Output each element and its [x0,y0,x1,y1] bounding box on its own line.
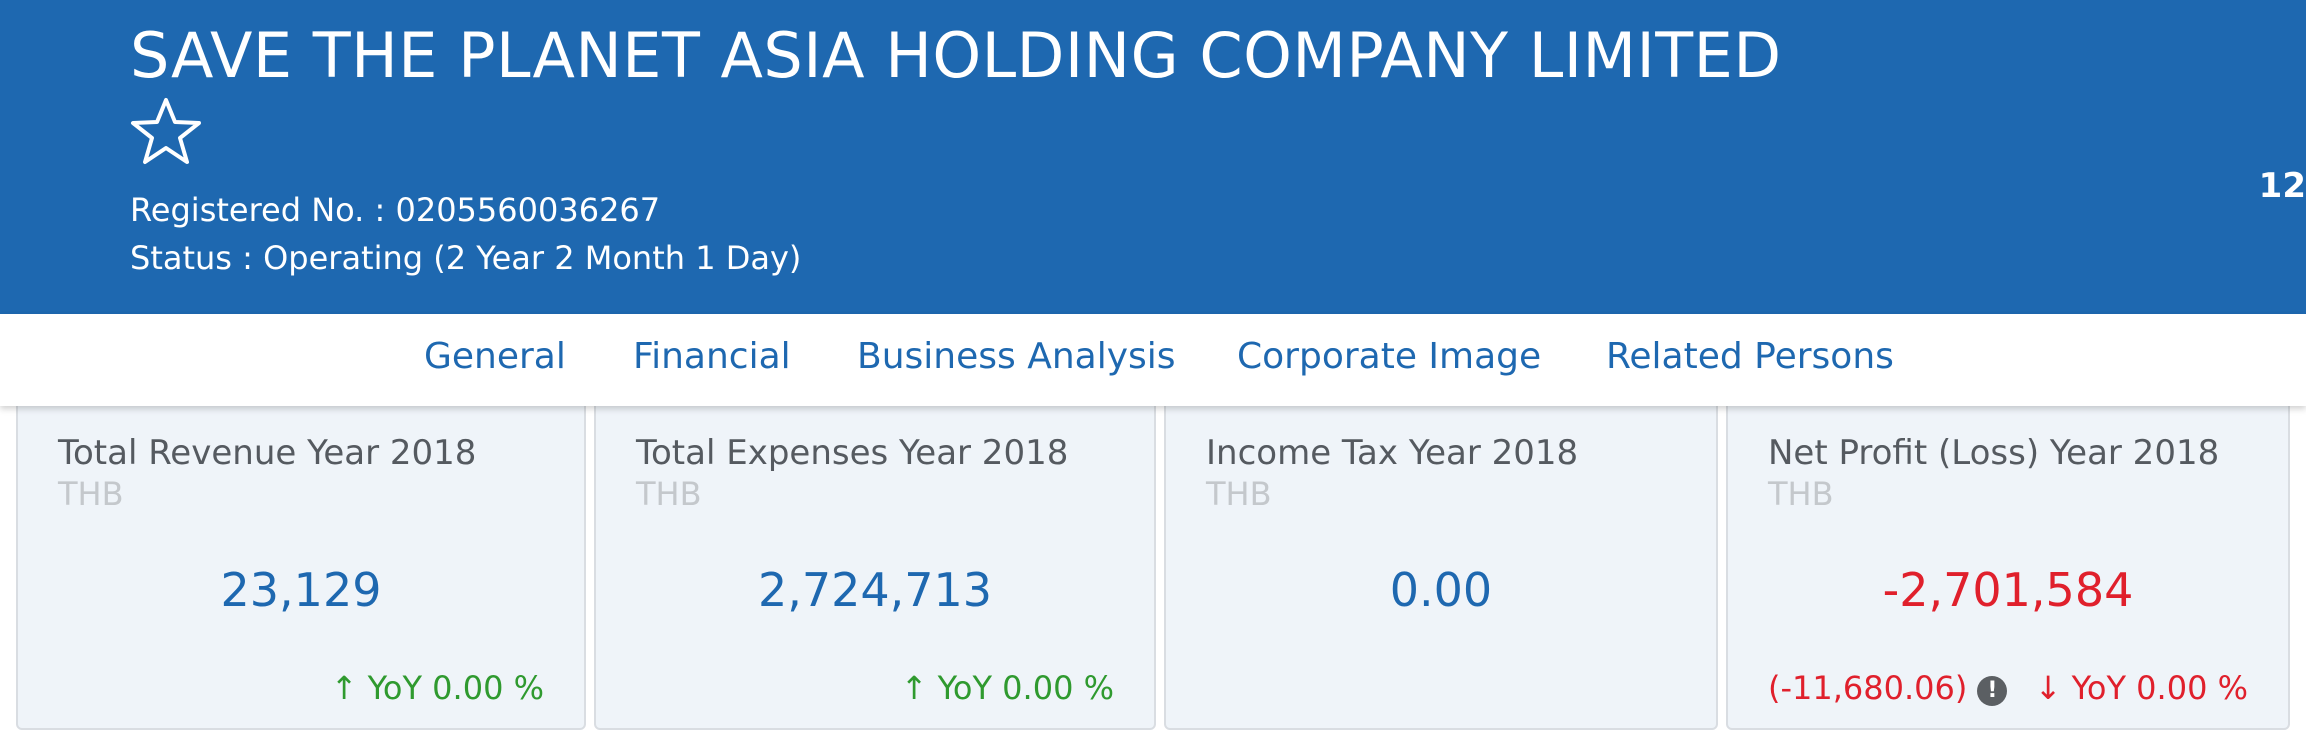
corner-number: 12 [2258,166,2306,206]
card-value: 23,129 [220,563,382,617]
card-title: Total Revenue Year 2018 [58,433,477,473]
yoy-indicator: ↓ YoY 0.00 % [2035,668,2248,708]
card-title: Net Profit (Loss) Year 2018 [1768,433,2220,473]
tab-corporate-image[interactable]: Corporate Image [1237,332,1541,382]
arrow-up-icon: ↑ [330,669,358,707]
tab-general[interactable]: General [424,332,566,382]
yoy-text: YoY 0.00 % [367,669,544,707]
card-title: Income Tax Year 2018 [1206,433,1579,473]
card-value: 2,724,713 [757,563,993,617]
tab-bar: General Financial Business Analysis Corp… [0,314,2306,406]
company-name: SAVE THE PLANET ASIA HOLDING COMPANY LIM… [130,19,1782,92]
total-expenses-card: Total Expenses Year 2018 THB 2,724,713 ↑… [594,396,1156,730]
net-profit-card: Net Profit (Loss) Year 2018 THB -2,701,5… [1726,396,2290,730]
company-header: SAVE THE PLANET ASIA HOLDING COMPANY LIM… [0,0,2306,314]
registered-number: Registered No. : 0205560036267 [130,191,661,229]
tab-financial[interactable]: Financial [633,332,791,382]
card-value: -2,701,584 [1882,563,2134,617]
tab-related-persons[interactable]: Related Persons [1606,332,1894,382]
card-unit: THB [1768,475,1834,513]
card-value: 0.00 [1389,563,1493,617]
card-unit: THB [636,475,702,513]
yoy-indicator: ↑ YoY 0.00 % [901,668,1114,708]
yoy-text: YoY 0.00 % [937,669,1114,707]
net-profit-delta: (-11,680.06)! [1768,668,2008,708]
company-status: Status : Operating (2 Year 2 Month 1 Day… [130,239,802,277]
yoy-indicator: ↑ YoY 0.00 % [331,668,544,708]
income-tax-card: Income Tax Year 2018 THB 0.00 [1164,396,1718,730]
exclamation-info-icon[interactable]: ! [1977,676,2008,706]
card-unit: THB [58,475,124,513]
tab-business-analysis[interactable]: Business Analysis [857,332,1176,382]
total-revenue-card: Total Revenue Year 2018 THB 23,129 ↑ YoY … [16,396,586,730]
arrow-down-icon: ↓ [2034,669,2062,707]
star-outline-icon[interactable] [128,96,204,166]
delta-text: (-11,680.06) [1768,669,1968,707]
arrow-up-icon: ↑ [900,669,928,707]
card-title: Total Expenses Year 2018 [636,433,1069,473]
yoy-text: YoY 0.00 % [2071,669,2248,707]
card-unit: THB [1206,475,1272,513]
